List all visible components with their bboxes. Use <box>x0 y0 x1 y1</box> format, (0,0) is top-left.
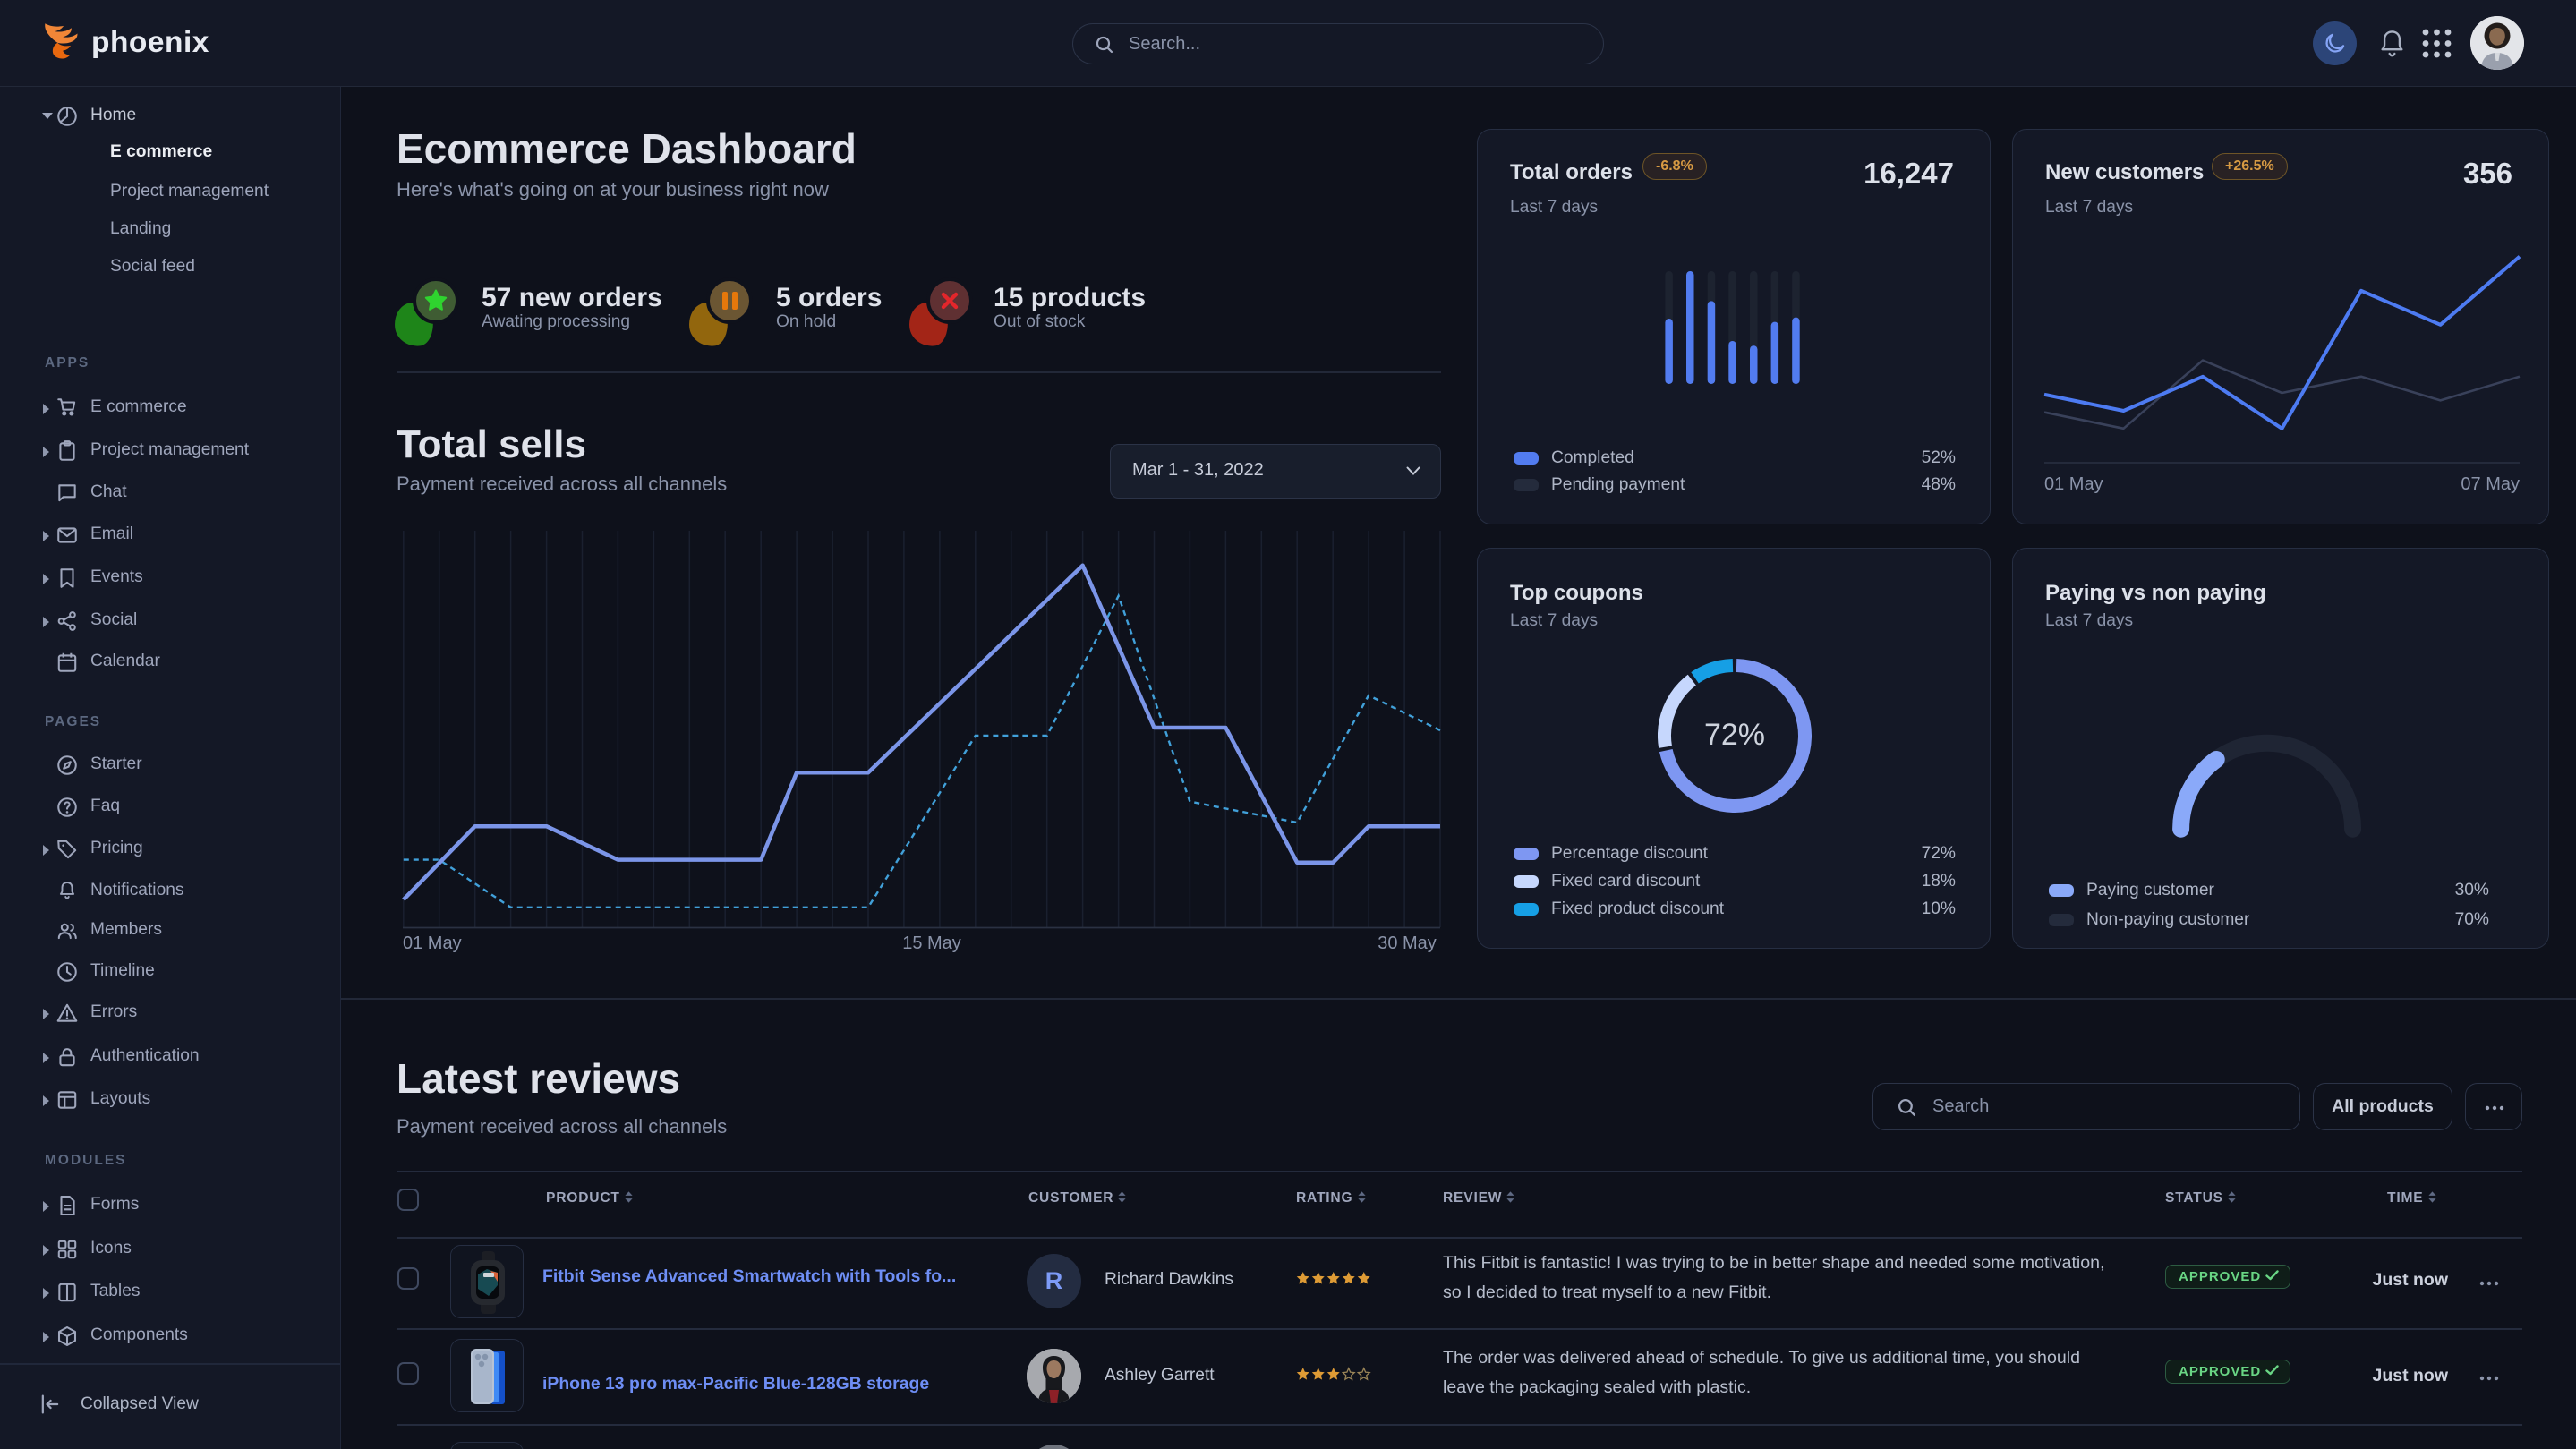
svg-text:07 May: 07 May <box>2461 474 2520 494</box>
svg-text:15 May: 15 May <box>902 933 961 953</box>
svg-text:01 May: 01 May <box>2044 474 2103 494</box>
svg-text:30 May: 30 May <box>1378 933 1437 953</box>
svg-text:01 May: 01 May <box>403 933 462 953</box>
